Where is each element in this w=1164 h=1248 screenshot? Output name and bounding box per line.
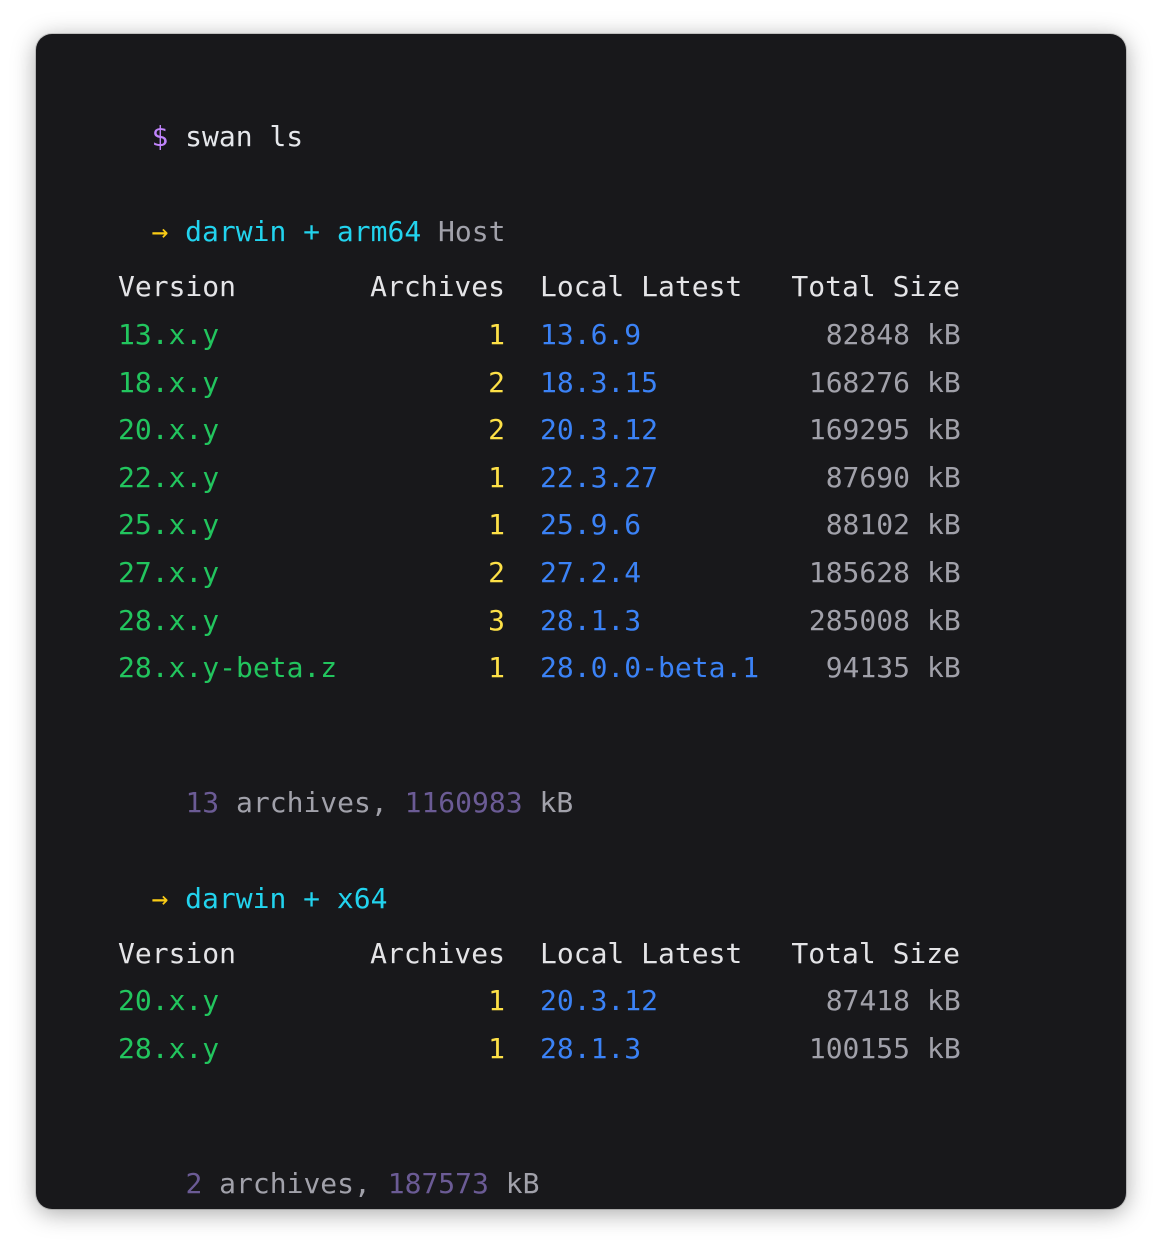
row-latest: 28.1.3 <box>540 1031 642 1065</box>
col-latest-header: Local Latest <box>540 937 743 970</box>
row-size-unit: kB <box>927 651 961 685</box>
row-archives: 2 <box>488 413 505 447</box>
row-latest: 20.3.12 <box>540 984 659 1017</box>
col-archives-header: Archives <box>370 937 505 970</box>
row-size: 285008 <box>808 603 910 637</box>
table-row: 28.x.y-beta.z 1 28.0.0-beta.1 94135 kB <box>36 648 1126 688</box>
row-version: 22.x.y <box>118 460 220 494</box>
summary-unit: kB <box>505 1167 540 1200</box>
command-line: $ swan ls <box>84 77 303 153</box>
row-archives: 1 <box>488 1031 505 1065</box>
col-version-header: Version <box>118 937 237 970</box>
row-archives: 1 <box>488 508 505 542</box>
col-latest-header: Local Latest <box>540 270 743 303</box>
host-tag: Host <box>438 215 506 248</box>
summary-count: 2 <box>185 1167 203 1200</box>
row-archives: 2 <box>488 556 505 589</box>
row-archives: 1 <box>488 984 505 1017</box>
row-size-unit: kB <box>927 365 961 399</box>
summary-line: 13 archives, 1160983 kB <box>118 743 573 819</box>
platform-arch: x64 <box>336 882 388 915</box>
col-size-header: Total Size <box>791 270 960 303</box>
arrow-icon: → <box>151 215 169 248</box>
table-row: 22.x.y 1 22.3.27 87690 kB <box>36 458 1126 498</box>
row-latest: 28.1.3 <box>540 603 642 637</box>
table-row: 13.x.y 1 13.6.9 82848 kB <box>36 315 1126 355</box>
row-latest: 13.6.9 <box>540 318 642 351</box>
summary-total: 1160983 <box>404 786 523 819</box>
row-version: 25.x.y <box>118 508 220 542</box>
summary-line: 2 archives, 187573 kB <box>118 1124 539 1200</box>
table-row: 20.x.y 1 20.3.12 87418 kB <box>36 981 1126 1021</box>
platform-arch: arm64 <box>336 215 422 248</box>
platform-os: darwin <box>185 882 287 915</box>
platform-heading-x64: → darwin + x64 <box>84 839 387 915</box>
row-size-unit: kB <box>927 318 961 351</box>
row-size-unit: kB <box>927 984 961 1017</box>
row-version: 20.x.y <box>118 984 220 1017</box>
table-row: 20.x.y 2 20.3.12 169295 kB <box>36 410 1126 450</box>
row-version: 13.x.y <box>118 318 220 351</box>
row-size-unit: kB <box>927 556 961 589</box>
row-size-unit: kB <box>927 603 961 637</box>
table-header: Version Archives Local Latest Total Size <box>36 267 1126 307</box>
summary-count: 13 <box>185 786 220 819</box>
row-size-unit: kB <box>927 1031 961 1065</box>
row-version: 28.x.y <box>118 603 220 637</box>
row-archives: 1 <box>488 460 505 494</box>
row-size: 88102 <box>825 508 910 542</box>
row-size: 82848 <box>825 318 910 351</box>
col-archives-header: Archives <box>370 270 505 303</box>
row-latest: 25.9.6 <box>540 508 642 542</box>
row-size: 169295 <box>808 413 910 447</box>
row-latest: 22.3.27 <box>540 460 659 494</box>
table-header: Version Archives Local Latest Total Size <box>36 934 1126 974</box>
row-archives: 1 <box>488 318 505 351</box>
row-size: 168276 <box>808 365 910 399</box>
row-archives: 1 <box>488 651 505 685</box>
row-size: 94135 <box>825 651 910 685</box>
col-size-header: Total Size <box>791 937 960 970</box>
row-size: 185628 <box>808 556 910 589</box>
row-latest: 20.3.12 <box>540 413 659 447</box>
row-version: 28.x.y <box>118 1031 220 1065</box>
row-version: 28.x.y-beta.z <box>118 651 338 685</box>
row-latest: 27.2.4 <box>540 556 642 589</box>
platform-os: darwin <box>185 215 287 248</box>
row-latest: 18.3.15 <box>540 365 659 399</box>
summary-unit: kB <box>539 786 574 819</box>
row-archives: 3 <box>488 603 505 637</box>
platform-plus: + <box>303 882 321 915</box>
table-row: 18.x.y 2 18.3.15 168276 kB <box>36 363 1126 403</box>
arrow-icon: → <box>151 882 169 915</box>
table-row: 28.x.y 3 28.1.3 285008 kB <box>36 601 1126 641</box>
table-row: 27.x.y 2 27.2.4 185628 kB <box>36 553 1126 593</box>
row-size-unit: kB <box>927 460 961 494</box>
platform-plus: + <box>303 215 321 248</box>
col-version-header: Version <box>118 270 237 303</box>
row-size: 100155 <box>808 1031 910 1065</box>
row-version: 20.x.y <box>118 413 220 447</box>
command-text: swan ls <box>185 120 304 153</box>
row-archives: 2 <box>488 365 505 399</box>
row-version: 18.x.y <box>118 365 220 399</box>
row-size-unit: kB <box>927 413 961 447</box>
table-row: 25.x.y 1 25.9.6 88102 kB <box>36 505 1126 545</box>
row-size-unit: kB <box>927 508 961 542</box>
row-latest: 28.0.0-beta.1 <box>540 651 760 685</box>
platform-heading-arm64: → darwin + arm64 Host <box>84 172 505 248</box>
prompt-symbol: $ <box>151 120 169 153</box>
terminal-window: $ swan ls → darwin + arm64 Host Version … <box>36 34 1126 1209</box>
row-version: 27.x.y <box>118 556 220 589</box>
summary-total: 187573 <box>387 1167 489 1200</box>
table-row: 28.x.y 1 28.1.3 100155 kB <box>36 1029 1126 1069</box>
summary-count-label: archives, <box>236 786 388 819</box>
row-size: 87418 <box>825 984 910 1017</box>
row-size: 87690 <box>825 460 910 494</box>
summary-count-label: archives, <box>219 1167 371 1200</box>
